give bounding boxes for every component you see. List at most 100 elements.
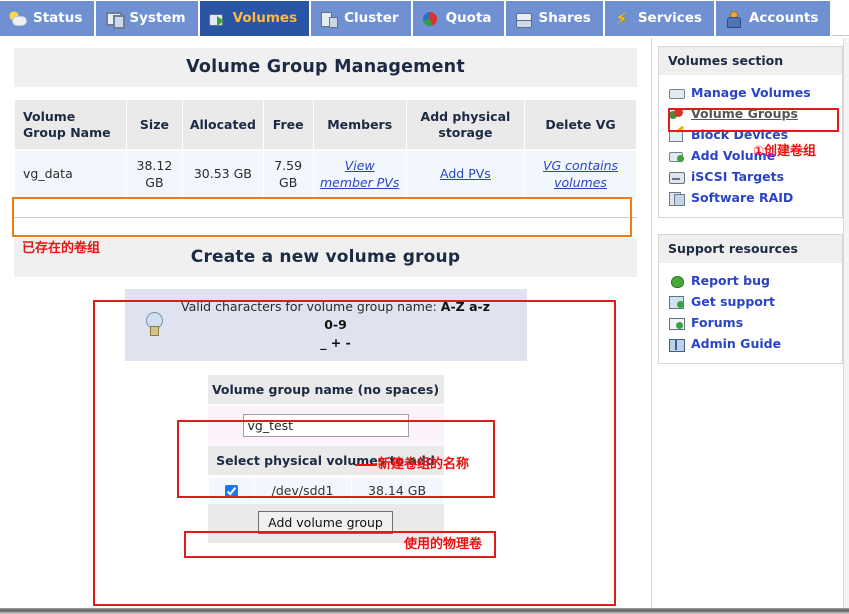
nav-tabs: Status System Volumes Cluster Quota Shar [0,1,833,37]
col-header-allocated: Allocated [181,99,264,152]
vg-name-label: Volume group name (no spaces) [207,375,444,407]
create-panel-title: Create a new volume group [14,237,637,277]
tab-shares[interactable]: Shares [505,1,605,36]
tab-quota[interactable]: Quota [412,1,506,36]
lightning-bolt-services-icon: ⚡ [615,8,628,28]
support-resources-card: Support resources Report bug Get support… [658,234,843,364]
drive-icon [669,86,685,100]
stacked-shares-icon [515,11,532,28]
vg-name-form: Volume group name (no spaces) Select phy… [207,375,444,478]
tab-volumes[interactable]: Volumes [199,1,312,36]
tab-services-label: Services [637,9,702,26]
add-pvs-link[interactable]: Add PVs [440,166,491,181]
sidebar-item-software-raid[interactable]: Software RAID [659,187,842,208]
sidebar-item-label: Get support [691,294,776,309]
tab-cluster-label: Cluster [344,9,399,26]
tab-status-label: Status [33,9,83,26]
page-title: Volume Group Management [14,48,637,87]
section-divider [14,216,637,218]
tab-system[interactable]: System [96,1,200,36]
tab-quota-label: Quota [445,9,492,26]
disk-arrow-volumes-icon [208,11,226,27]
servers-cluster-icon [320,11,339,28]
main-content-column: Volume Group Management Volume Group Nam… [0,38,652,614]
tab-system-label: System [129,9,186,26]
tab-accounts[interactable]: Accounts [715,1,833,36]
tip-prefix: Valid characters for volume group name: [181,298,441,314]
tab-services[interactable]: ⚡ Services [604,1,716,36]
right-gutter [843,38,849,608]
volume-groups-table: Volume Group Name Size Allocated Free Me… [14,99,637,199]
sidebar-item-label: Manage Volumes [691,85,811,100]
table-header-row: Volume Group Name Size Allocated Free Me… [14,99,637,152]
delete-vg-link[interactable]: VG contains volumes [543,158,618,189]
cell-vg-name: vg_data [14,149,127,199]
forum-icon [669,316,685,330]
vg-name-input[interactable] [242,414,409,438]
sidebar-item-label: Software RAID [691,190,794,205]
select-pv-label: Select physical volumes to add [207,446,444,478]
horizontal-scrollbar[interactable] [0,608,849,614]
block-device-icon [669,128,684,142]
cell-vg-allocated: 30.53 GB [181,149,264,199]
col-header-delete-vg: Delete VG [524,99,637,152]
software-raid-icon [669,191,685,206]
sidebar-item-block-devices[interactable]: Block Devices [659,124,842,145]
col-header-free: Free [262,99,314,152]
sidebar-item-label: Add Volume [691,148,776,163]
add-volume-icon [669,149,684,163]
table-row: vg_data 38.12 GB 30.53 GB 7.59 GB View m… [14,149,637,199]
col-header-members: Members [312,99,407,152]
cell-vg-delete: VG contains volumes [524,149,637,199]
sidebar-item-manage-volumes[interactable]: Manage Volumes [659,82,842,103]
sidebar: Volumes section Manage Volumes Volume Gr… [658,46,843,380]
page-root: Status System Volumes Cluster Quota Shar [0,0,849,614]
tab-volumes-label: Volumes [232,9,298,26]
sidebar-item-get-support[interactable]: Get support [659,291,842,312]
pv-checkbox-cell [207,477,255,505]
volumes-section-title: Volumes section [659,47,842,75]
col-header-name: Volume Group Name [14,99,127,152]
volume-group-icon [669,107,684,121]
col-header-add-storage: Add physical storage [405,99,526,152]
col-header-size: Size [125,99,183,152]
sidebar-item-admin-guide[interactable]: Admin Guide [659,333,842,354]
sidebar-item-volume-groups[interactable]: Volume Groups [659,103,842,124]
sidebar-item-label: Forums [691,315,744,330]
physical-volumes-table: /dev/sdd1 38.14 GB [207,477,444,505]
sidebar-item-report-bug[interactable]: Report bug [659,270,842,291]
tab-shares-label: Shares [538,9,591,26]
cell-vg-size: 38.12 GB [125,149,183,199]
support-resources-title: Support resources [659,235,842,263]
bug-icon [669,274,684,288]
pv-checkbox-sdd1[interactable] [224,485,238,499]
sidebar-item-forums[interactable]: Forums [659,312,842,333]
top-navigation-bar: Status System Volumes Cluster Quota Shar [0,0,849,38]
tab-status[interactable]: Status [0,1,97,36]
cell-vg-add-storage: Add PVs [405,149,526,199]
sidebar-item-iscsi-targets[interactable]: iSCSI Targets [659,166,842,187]
sidebar-item-label: Report bug [691,273,770,288]
monitor-system-icon [105,11,126,29]
pv-row: /dev/sdd1 38.14 GB [207,477,444,505]
submit-row: Add volume group [207,504,444,544]
user-accounts-icon [725,10,742,28]
book-guide-icon [669,337,685,352]
tip-text: Valid characters for volume group name: … [173,298,517,352]
sidebar-item-label: iSCSI Targets [691,169,785,184]
sidebar-item-label: Block Devices [691,127,789,142]
cell-vg-free: 7.59 GB [262,149,314,199]
lightbulb-icon [141,310,167,340]
view-member-pvs-link[interactable]: View member PVs [320,158,399,189]
volumes-section-card: Volumes section Manage Volumes Volume Gr… [658,46,843,218]
tab-accounts-label: Accounts [748,9,819,26]
create-volume-group-panel: Create a new volume group Valid characte… [14,237,637,554]
weather-status-icon [9,10,27,27]
sidebar-item-add-volume[interactable]: Add Volume [659,145,842,166]
sidebar-item-label: Admin Guide [691,336,782,351]
pie-chart-quota-icon [422,11,439,27]
add-volume-group-button[interactable]: Add volume group [258,511,393,535]
pv-device-size: 38.14 GB [350,477,444,505]
tip-chars-2: _ + - [320,335,351,350]
tab-cluster[interactable]: Cluster [311,1,413,36]
